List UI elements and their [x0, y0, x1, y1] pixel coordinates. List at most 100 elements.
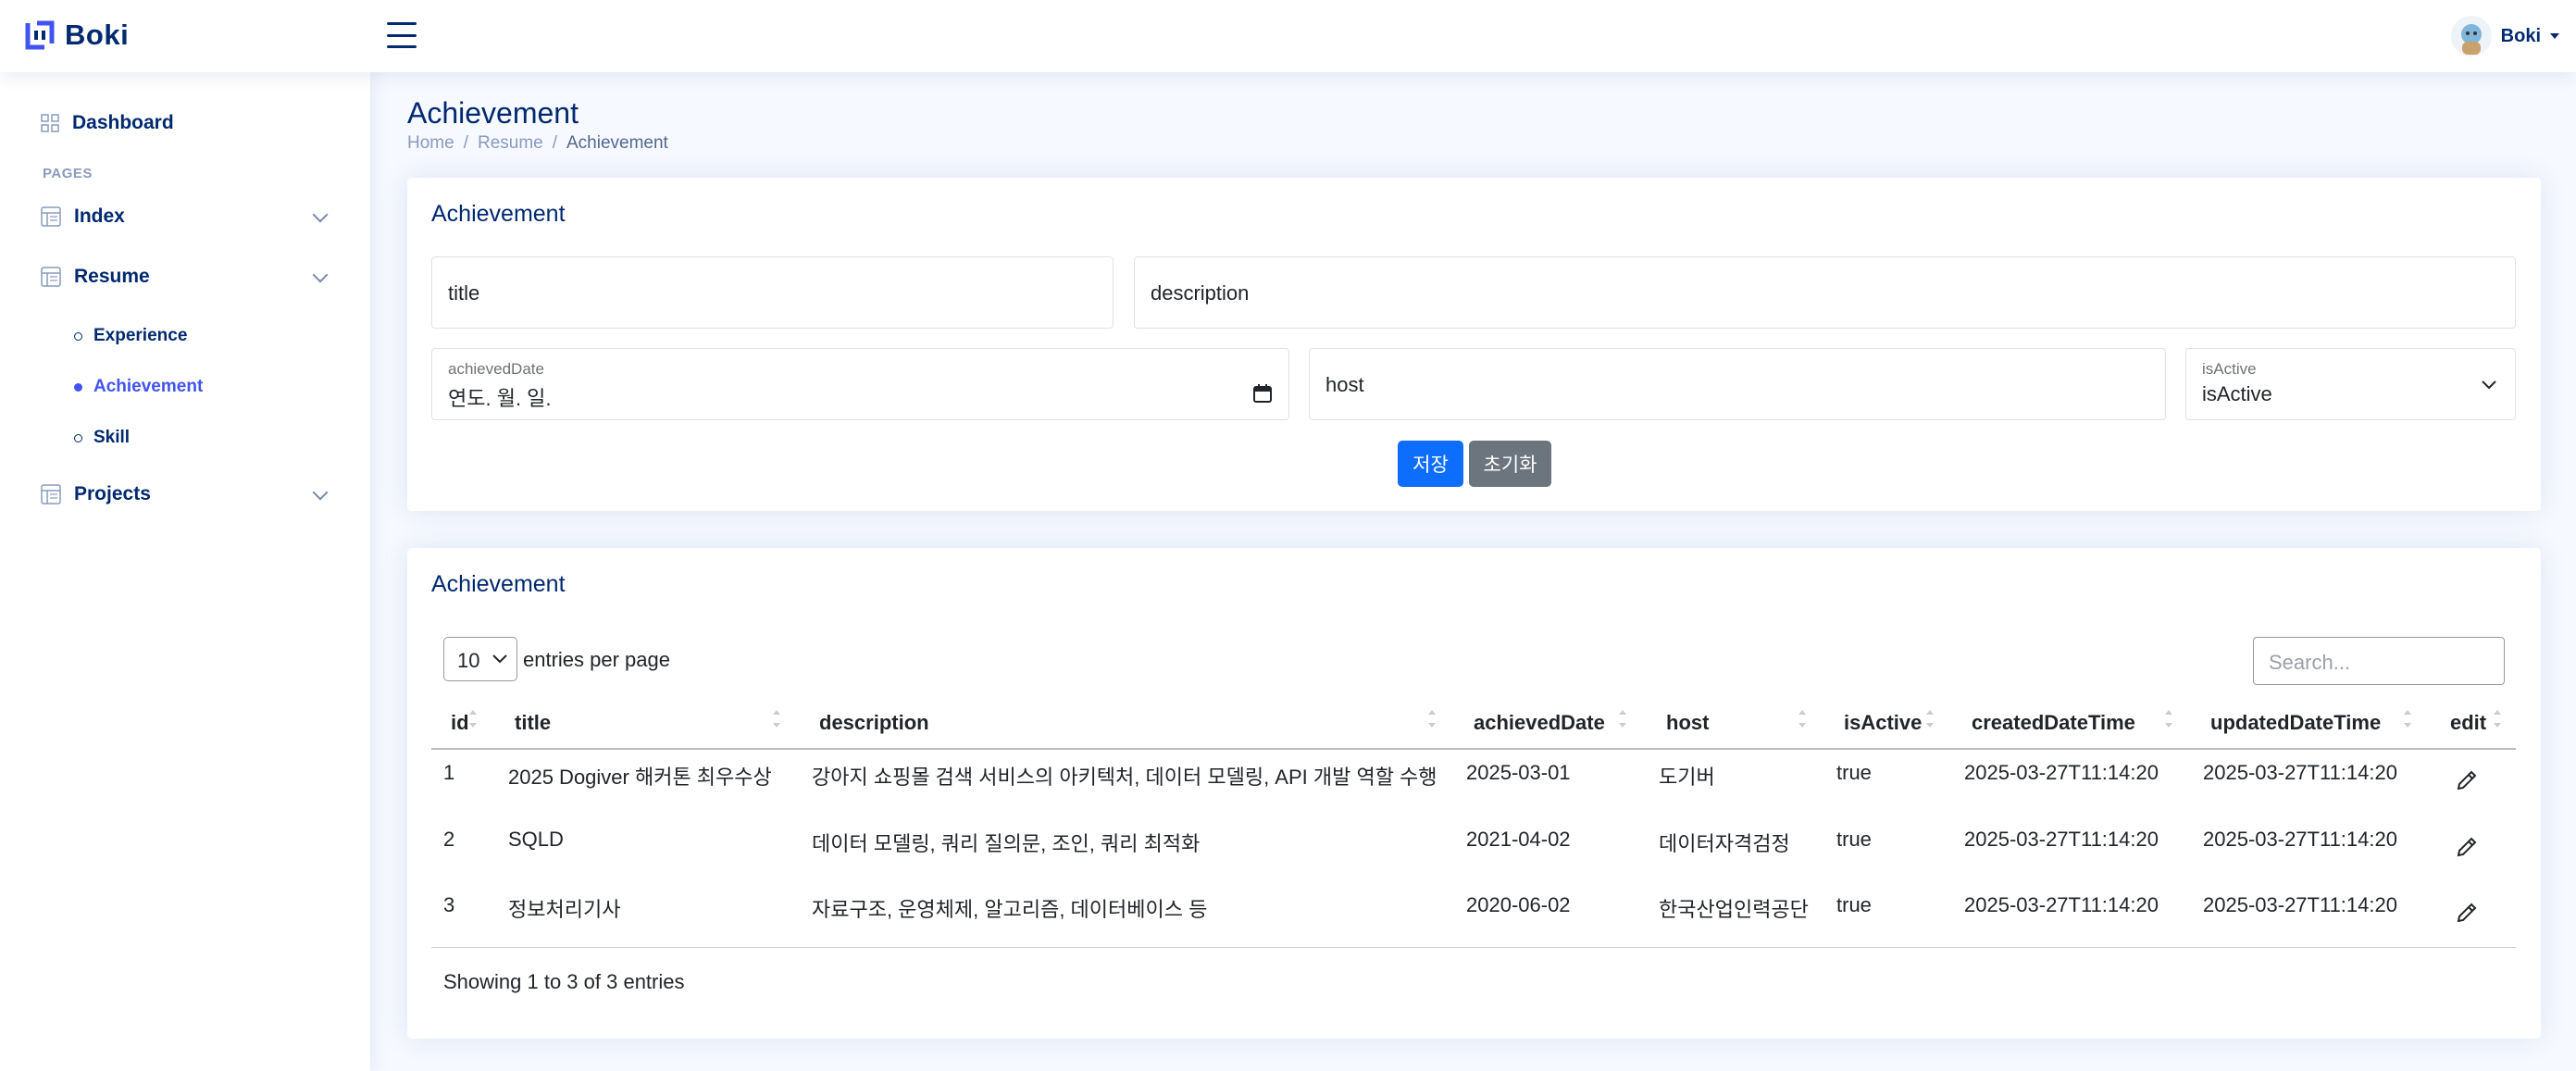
host-input[interactable]: host: [1309, 348, 2166, 420]
column-header-edit[interactable]: edit: [2450, 711, 2486, 735]
achieved-date-input[interactable]: achievedDate 연도. 월. 일.: [431, 348, 1289, 420]
layout-icon: [41, 267, 61, 287]
table-search-placeholder: Search...: [2269, 651, 2351, 674]
table-card: [407, 548, 2541, 1039]
sidebar-item-index[interactable]: Index: [41, 198, 333, 235]
save-button[interactable]: 저장: [1398, 441, 1463, 487]
sidebar-item-label: Dashboard: [72, 112, 174, 133]
cell-description: 자료구조, 운영체제, 알고리즘, 데이터베이스 등: [812, 898, 1208, 921]
cell-host: 데이터자격검정: [1659, 832, 1790, 855]
chevron-down-icon: [312, 484, 329, 501]
table-footer-divider: [431, 947, 2516, 948]
chevron-down-icon: [2482, 380, 2496, 390]
column-header-created[interactable]: createdDateTime: [1972, 711, 2135, 735]
layout-icon: [41, 206, 61, 227]
form-card-title: Achievement: [431, 201, 566, 227]
breadcrumb: Home / Resume / Achievement: [407, 133, 668, 154]
title-input-placeholder: title: [448, 281, 480, 305]
layout-icon: [41, 484, 61, 504]
column-header-achieved-date[interactable]: achievedDate: [1474, 711, 1605, 735]
breadcrumb-separator: /: [463, 133, 468, 153]
chevron-down-icon: [312, 267, 329, 283]
cell-created: 2025-03-27T11:14:20: [1964, 761, 2159, 784]
cell-title: 2025 Dogiver 해커톤 최우수상: [508, 766, 772, 789]
title-input[interactable]: title: [431, 256, 1114, 329]
sidebar-subitem-label: Skill: [93, 428, 131, 447]
sidebar-subitem-label: Experience: [93, 326, 188, 345]
calendar-icon[interactable]: [1253, 384, 1272, 403]
sort-icon[interactable]: [1618, 707, 1627, 735]
cell-achieved-date: 2020-06-02: [1466, 893, 1571, 916]
brand-logo[interactable]: Boki: [24, 17, 129, 54]
sidebar-item-dashboard[interactable]: Dashboard: [41, 105, 333, 142]
cell-description: 데이터 모델링, 쿼리 질의문, 조인, 쿼리 최적화: [812, 832, 1201, 855]
breadcrumb-current: Achievement: [566, 133, 668, 153]
sort-icon[interactable]: [1427, 707, 1437, 735]
description-input[interactable]: description: [1134, 256, 2516, 329]
sort-icon[interactable]: [2164, 707, 2173, 735]
profile-name: Boki: [2500, 25, 2541, 46]
achieved-date-label: achievedDate: [448, 360, 544, 378]
sort-icon[interactable]: [1925, 707, 1935, 735]
cell-id: 1: [443, 761, 455, 784]
column-header-host[interactable]: host: [1666, 711, 1709, 735]
sidebar-item-resume[interactable]: Resume: [41, 258, 333, 295]
table-card-title: Achievement: [431, 571, 566, 597]
sidebar-item-label: Projects: [74, 483, 151, 504]
cell-host: 한국산업인력공단: [1659, 898, 1809, 921]
chevron-down-icon: [2550, 33, 2559, 39]
sort-icon[interactable]: [468, 707, 478, 735]
sidebar-item-label: Index: [74, 205, 125, 227]
description-input-placeholder: description: [1151, 281, 1250, 305]
is-active-select[interactable]: isActive isActive: [2185, 348, 2516, 420]
circle-icon: [74, 382, 82, 392]
host-input-placeholder: host: [1325, 373, 1364, 396]
cell-updated: 2025-03-27T11:14:20: [2203, 761, 2397, 784]
table-header-divider: [431, 748, 2516, 750]
column-header-is-active[interactable]: isActive: [1844, 711, 1922, 735]
cell-id: 2: [443, 828, 455, 851]
chevron-down-icon: [312, 206, 329, 223]
logo-icon: [25, 20, 55, 50]
cell-title: SQLD: [508, 828, 564, 851]
sidebar-subitem-experience[interactable]: Experience: [74, 320, 187, 352]
entries-per-page-label: entries per page: [523, 648, 670, 671]
chevron-down-icon: [492, 654, 507, 664]
top-header: Boki Boki: [0, 0, 2576, 72]
sort-icon[interactable]: [2403, 707, 2412, 735]
cell-updated: 2025-03-27T11:14:20: [2203, 828, 2397, 851]
sort-icon[interactable]: [1798, 707, 1807, 735]
sidebar-subitem-skill[interactable]: Skill: [74, 422, 130, 454]
achieved-date-value: 연도. 월. 일.: [448, 387, 552, 410]
breadcrumb-home[interactable]: Home: [407, 133, 454, 154]
is-active-label: isActive: [2202, 360, 2257, 378]
breadcrumb-resume[interactable]: Resume: [478, 133, 543, 154]
column-header-updated[interactable]: updatedDateTime: [2210, 711, 2381, 735]
sidebar-heading: Pages: [43, 166, 93, 181]
cell-achieved-date: 2021-04-02: [1466, 828, 1571, 851]
sidebar-subitem-achievement[interactable]: Achievement: [74, 371, 203, 403]
sort-icon[interactable]: [772, 707, 781, 735]
cell-title: 정보처리기사: [508, 898, 621, 921]
entries-per-page-select[interactable]: 10: [443, 637, 517, 681]
circle-icon: [74, 331, 82, 341]
sort-icon[interactable]: [2493, 707, 2502, 735]
column-header-id[interactable]: id: [451, 711, 469, 735]
pencil-icon[interactable]: [2455, 835, 2479, 859]
cell-is-active: true: [1836, 828, 1872, 851]
cell-achieved-date: 2025-03-01: [1466, 761, 1571, 784]
pencil-icon[interactable]: [2455, 768, 2479, 792]
column-header-description[interactable]: description: [819, 711, 929, 735]
table-search-input[interactable]: Search...: [2253, 637, 2505, 685]
sidebar-item-projects[interactable]: Projects: [41, 476, 333, 513]
cell-is-active: true: [1836, 761, 1872, 784]
breadcrumb-separator: /: [552, 133, 557, 153]
page-title: Achievement: [407, 96, 579, 130]
profile-menu[interactable]: Boki: [2450, 13, 2559, 59]
cell-created: 2025-03-27T11:14:20: [1964, 828, 2159, 851]
column-header-title[interactable]: title: [515, 711, 551, 735]
sidebar-toggle-icon[interactable]: [387, 22, 417, 48]
pencil-icon[interactable]: [2455, 901, 2479, 925]
cell-created: 2025-03-27T11:14:20: [1964, 893, 2159, 916]
reset-button[interactable]: 초기화: [1469, 441, 1551, 487]
